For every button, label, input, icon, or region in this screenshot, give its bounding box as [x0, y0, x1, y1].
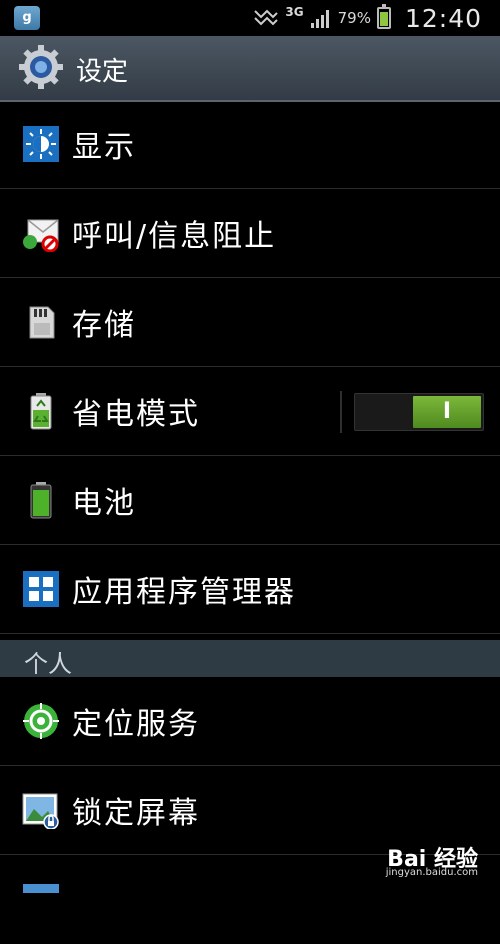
clock: 12:40 — [404, 3, 482, 33]
toggle-divider — [340, 391, 342, 433]
settings-item-label: 呼叫/信息阻止 — [72, 219, 277, 254]
network-type: 3G — [285, 5, 304, 19]
page-title: 设定 — [76, 57, 129, 87]
settings-item-location[interactable]: 定位服务 — [0, 677, 500, 766]
display-icon — [23, 126, 59, 162]
status-indicators: 3G 79% 12:40 — [253, 0, 482, 36]
battery-status-icon — [376, 4, 391, 29]
settings-item-label: 应用程序管理器 — [72, 575, 296, 610]
settings-item-label: 显示 — [72, 130, 136, 165]
baidu-watermark-logo: Bai 经验 jingyan.baidu.com — [368, 841, 478, 881]
signal-icon — [310, 10, 329, 28]
status-bar: g 3G 79% 12:40 — [0, 0, 500, 36]
section-header-personal: 个人 — [0, 640, 500, 678]
settings-item-battery[interactable]: 电池 — [0, 456, 500, 545]
settings-item-call-block[interactable]: 呼叫/信息阻止 — [0, 189, 500, 278]
power-saving-icon — [30, 393, 52, 430]
settings-item-label: 省电模式 — [72, 397, 200, 432]
battery-icon — [30, 482, 52, 519]
app-notification-icon: g — [14, 6, 40, 30]
partial-item-icon — [23, 884, 59, 893]
settings-item-power-saving[interactable]: 省电模式 I — [0, 367, 500, 456]
lock-screen-icon — [22, 793, 59, 829]
app-manager-icon — [23, 571, 59, 607]
power-saving-toggle[interactable]: I — [354, 393, 484, 431]
battery-percent: 79% — [337, 9, 371, 27]
location-icon — [23, 703, 59, 739]
action-bar: 设定 — [0, 36, 500, 102]
settings-item-label: 定位服务 — [72, 707, 200, 742]
settings-item-storage[interactable]: 存储 — [0, 278, 500, 367]
storage-icon — [29, 306, 55, 339]
toggle-knob: I — [413, 396, 481, 428]
no-sim-icon — [254, 9, 279, 26]
settings-item-display[interactable]: 显示 — [0, 100, 500, 189]
settings-item-label: 存储 — [72, 308, 136, 343]
settings-item-app-manager[interactable]: 应用程序管理器 — [0, 545, 500, 634]
watermark-url: jingyan.baidu.com — [385, 867, 478, 878]
call-block-icon — [23, 219, 59, 252]
settings-gear-icon[interactable] — [18, 44, 64, 90]
section-title: 个人 — [24, 650, 72, 678]
settings-item-label: 锁定屏幕 — [72, 796, 200, 831]
settings-item-label: 电池 — [72, 486, 136, 521]
